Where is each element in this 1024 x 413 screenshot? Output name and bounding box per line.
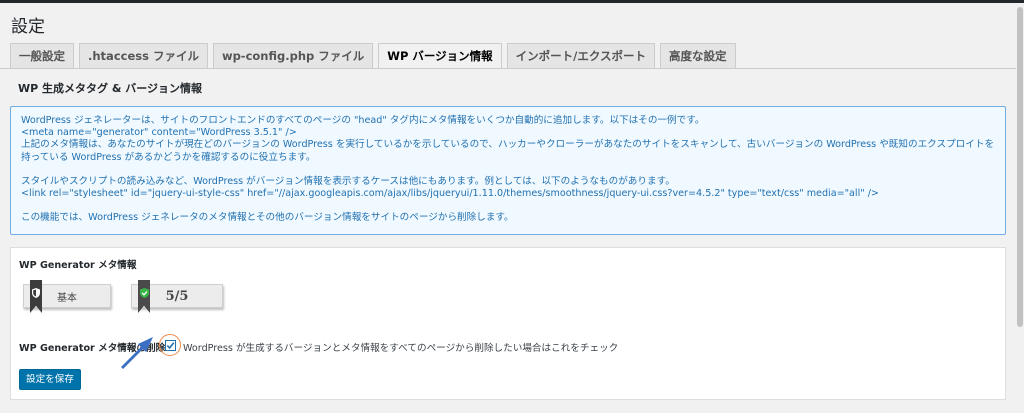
shield-check-icon <box>138 280 150 313</box>
tab-wp-config[interactable]: wp-config.php ファイル <box>212 43 374 68</box>
score-badge-label: 5/5 <box>165 288 189 304</box>
save-settings-button[interactable]: 設定を保存 <box>19 369 81 390</box>
card-title: WP Generator メタ情報 <box>19 260 137 271</box>
arrow-icon <box>121 337 153 369</box>
page-title: 設定 <box>11 17 45 37</box>
tab-htaccess[interactable]: .htaccess ファイル <box>79 43 208 68</box>
tab-divider <box>0 68 1016 69</box>
scrollbar-thumb[interactable] <box>1017 7 1023 327</box>
vertical-scrollbar[interactable] <box>1016 3 1024 413</box>
check-icon <box>166 342 175 350</box>
info-box: WordPress ジェネレーターは、サイトのフロントエンドのすべてのページの … <box>10 106 1006 235</box>
tab-advanced[interactable]: 高度な設定 <box>660 43 736 68</box>
info-text-explanation: 上記のメタ情報は、あなたのサイトが現在どのバージョンの WordPress を実… <box>21 139 995 163</box>
level-badge: 基本 <box>23 280 111 313</box>
score-badge: 5/5 <box>131 280 223 313</box>
level-badge-label: 基本 <box>57 292 77 304</box>
tab-general[interactable]: 一般設定 <box>10 43 74 68</box>
tab-wp-version-info[interactable]: WP バージョン情報 <box>378 43 502 69</box>
admin-top-bar <box>0 0 1024 3</box>
shield-icon <box>30 280 42 313</box>
remove-generator-checkbox[interactable] <box>165 340 176 351</box>
section-heading: WP 生成メタタグ & バージョン情報 <box>18 82 203 95</box>
settings-card: WP Generator メタ情報 基本 5/5 WP Generator メタ… <box>10 247 1006 400</box>
info-text-intro: WordPress ジェネレーターは、サイトのフロントエンドのすべてのページの … <box>21 115 705 126</box>
tab-import-export[interactable]: インポート/エクスポート <box>506 43 656 68</box>
settings-tabs: 一般設定 .htaccess ファイル wp-config.php ファイル W… <box>10 43 741 69</box>
info-link-example: <link rel="stylesheet" id="jquery-ui-sty… <box>21 188 879 200</box>
info-text-feature: この機能では、WordPress ジェネレータのメタ情報とその他のバージョン情報… <box>21 212 514 224</box>
info-text-other-cases: スタイルやスクリプトの読み込みなど、WordPress がバージョン情報を表示す… <box>21 175 675 187</box>
remove-generator-description: WordPress が生成するバージョンとメタ情報をすべてのページから削除したい… <box>183 343 619 354</box>
info-meta-example: <meta name="generator" content="WordPres… <box>21 127 297 139</box>
